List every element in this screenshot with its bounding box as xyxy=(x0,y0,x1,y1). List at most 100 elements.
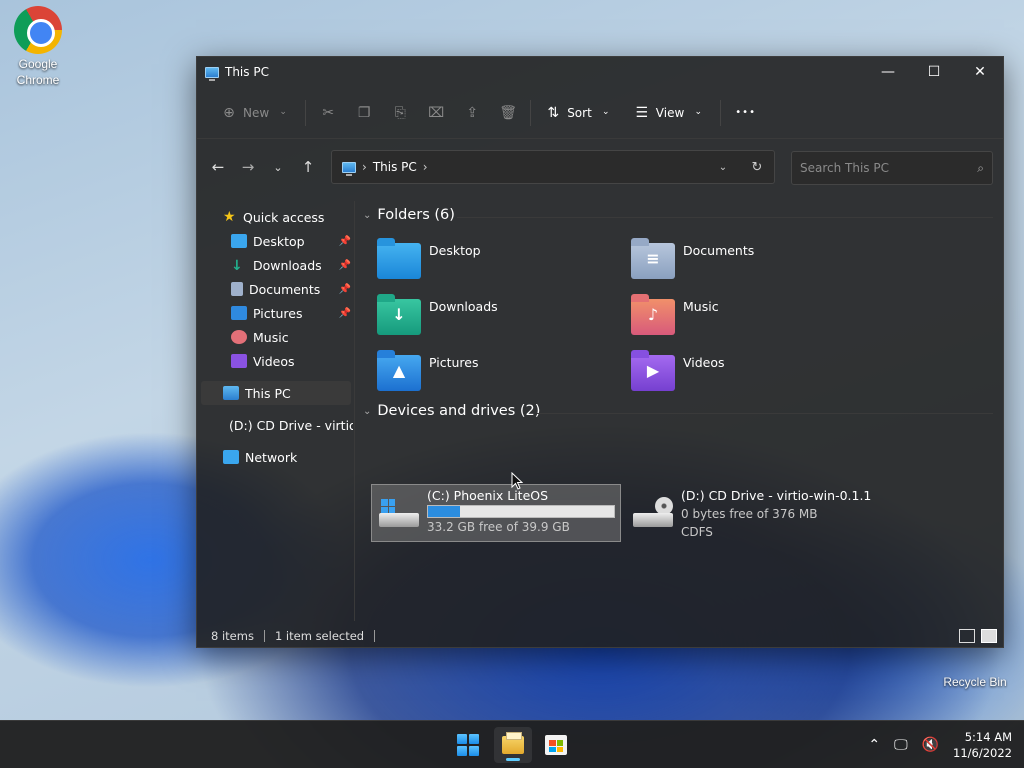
divider xyxy=(537,413,993,414)
taskbar-file-explorer[interactable] xyxy=(494,727,532,763)
folder-tile-pictures[interactable]: ▲ Pictures xyxy=(377,350,479,391)
selection-count: 1 item selected xyxy=(274,629,365,643)
drive-filesystem: CDFS xyxy=(681,525,713,539)
delete-button[interactable]: 🗑 xyxy=(490,97,526,129)
sidebar-item-label: Music xyxy=(253,329,289,345)
folder-tile-music[interactable]: ♪ Music xyxy=(631,294,719,335)
view-icon: ☰ xyxy=(635,104,649,121)
see-more-button[interactable]: ••• xyxy=(725,97,766,129)
folder-name: Desktop xyxy=(429,243,481,258)
sidebar-item-documents[interactable]: Documents 📌 xyxy=(231,277,351,301)
pictures-folder-icon: ▲ xyxy=(377,350,421,391)
search-icon: ⌕ xyxy=(977,160,984,175)
file-explorer-icon xyxy=(502,732,524,754)
drive-d[interactable]: (D:) CD Drive - virtio-win-0.1.1 0 bytes… xyxy=(631,488,871,541)
chrome-icon xyxy=(14,6,62,54)
item-count: 8 items xyxy=(211,629,254,643)
title-bar[interactable]: This PC — ☐ ✕ xyxy=(197,57,1003,87)
desktop-folder-icon xyxy=(231,234,247,248)
taskbar-microsoft-store[interactable] xyxy=(537,727,575,763)
desktop-icon-chrome[interactable]: Google Chrome xyxy=(0,0,76,88)
network-icon[interactable]: 🖵 xyxy=(894,737,908,753)
this-pc-icon xyxy=(342,161,356,176)
star-icon: ★ xyxy=(223,209,236,225)
sidebar-item-network[interactable]: Network xyxy=(223,445,349,469)
sidebar-item-videos[interactable]: Videos xyxy=(231,349,351,373)
sidebar-item-downloads[interactable]: ↓ Downloads 📌 xyxy=(231,253,351,277)
sidebar-item-quick-access[interactable]: ★ Quick access xyxy=(223,205,349,229)
sort-label: Sort xyxy=(567,105,592,120)
view-toggle xyxy=(959,629,997,643)
minimize-button[interactable]: — xyxy=(865,57,911,87)
sidebar-item-music[interactable]: Music xyxy=(231,325,351,349)
copy-button[interactable]: ❐ xyxy=(346,97,382,129)
divider xyxy=(305,99,307,126)
up-button[interactable]: ↑ xyxy=(293,152,323,182)
chevron-right-icon[interactable]: › xyxy=(423,160,428,174)
cut-icon: ✂ xyxy=(322,104,335,121)
desktop-icon-label: Google Chrome xyxy=(16,57,60,87)
large-icons-view-button[interactable] xyxy=(981,629,997,643)
folder-tile-videos[interactable]: ▶ Videos xyxy=(631,350,725,391)
trash-icon: 🗑 xyxy=(499,104,518,121)
sort-button[interactable]: ⇅ Sort ⌄ xyxy=(535,97,624,129)
sidebar-item-desktop[interactable]: Desktop 📌 xyxy=(231,229,351,253)
maximize-button[interactable]: ☐ xyxy=(911,57,957,87)
sidebar-item-label: Desktop xyxy=(253,233,305,249)
sort-icon: ⇅ xyxy=(547,104,560,121)
back-button[interactable]: ← xyxy=(203,152,233,182)
folders-section-header[interactable]: ⌄ Folders (6) xyxy=(363,207,455,223)
search-input[interactable] xyxy=(800,161,960,175)
microsoft-store-icon xyxy=(545,735,567,755)
chevron-down-icon: ⌄ xyxy=(694,107,703,117)
devices-section-header[interactable]: ⌄ Devices and drives (2) xyxy=(363,403,540,419)
this-pc-icon xyxy=(223,386,239,400)
network-icon xyxy=(223,450,239,464)
folder-tile-desktop[interactable]: Desktop xyxy=(377,238,481,279)
drive-free-space: 33.2 GB free of 39.9 GB xyxy=(427,520,570,534)
sidebar-item-cd-drive[interactable]: (D:) CD Drive - virtio-win-0.1.1 xyxy=(223,413,353,437)
cut-button[interactable]: ✂ xyxy=(310,97,346,129)
start-button[interactable] xyxy=(449,727,487,763)
sidebar-item-label: Quick access xyxy=(243,209,325,225)
sidebar-item-label: Network xyxy=(245,449,298,465)
desktop-folder-icon xyxy=(377,238,421,279)
recent-locations-button[interactable]: ⌄ xyxy=(263,152,293,182)
sidebar-item-this-pc[interactable]: This PC xyxy=(201,381,351,405)
folder-tile-downloads[interactable]: ↓ Downloads xyxy=(377,294,498,335)
sidebar-item-pictures[interactable]: Pictures 📌 xyxy=(231,301,351,325)
volume-muted-icon[interactable]: 🔇 xyxy=(922,737,939,753)
breadcrumb-this-pc[interactable]: This PC xyxy=(373,160,417,174)
copy-icon: ❐ xyxy=(357,104,371,121)
forward-button[interactable]: → xyxy=(233,152,263,182)
new-button[interactable]: ⊕ New ⌄ xyxy=(211,97,301,129)
pictures-folder-icon xyxy=(231,306,247,320)
share-button[interactable]: ⇪ xyxy=(454,97,490,129)
pin-icon: 📌 xyxy=(338,259,351,271)
clock[interactable]: 5:14 AM 11/6/2022 xyxy=(953,729,1012,761)
view-label: View xyxy=(655,105,685,120)
chevron-up-icon[interactable]: ⌃ xyxy=(868,737,880,753)
close-button[interactable]: ✕ xyxy=(957,57,1003,87)
address-bar[interactable]: › This PC › ⌄ ↻ xyxy=(331,150,775,184)
folder-tile-documents[interactable]: ≡ Documents xyxy=(631,238,754,279)
details-view-button[interactable] xyxy=(959,629,975,643)
plus-icon: ⊕ xyxy=(223,104,235,121)
pin-icon: 📌 xyxy=(338,235,351,247)
sidebar-item-label: Pictures xyxy=(253,305,303,321)
this-pc-icon xyxy=(205,66,219,81)
drive-c[interactable]: (C:) Phoenix LiteOS 33.2 GB free of 39.9… xyxy=(377,488,615,536)
rename-button[interactable]: ⌧ xyxy=(418,97,454,129)
desktop-icon-label: Recycle Bin xyxy=(943,675,1007,689)
search-box[interactable]: ⌕ xyxy=(791,151,993,185)
drive-free-space: 0 bytes free of 376 MB xyxy=(681,507,818,521)
clock-date: 11/6/2022 xyxy=(953,746,1012,760)
section-title: Devices and drives (2) xyxy=(377,403,541,419)
refresh-button[interactable]: ↻ xyxy=(740,160,774,175)
share-icon: ⇪ xyxy=(466,104,479,121)
address-history-dropdown[interactable]: ⌄ xyxy=(706,162,740,173)
paste-button[interactable]: ⎘ xyxy=(382,97,418,129)
view-button[interactable]: ☰ View ⌄ xyxy=(624,97,716,129)
downloads-folder-icon: ↓ xyxy=(377,294,421,335)
chevron-right-icon: › xyxy=(362,160,367,174)
